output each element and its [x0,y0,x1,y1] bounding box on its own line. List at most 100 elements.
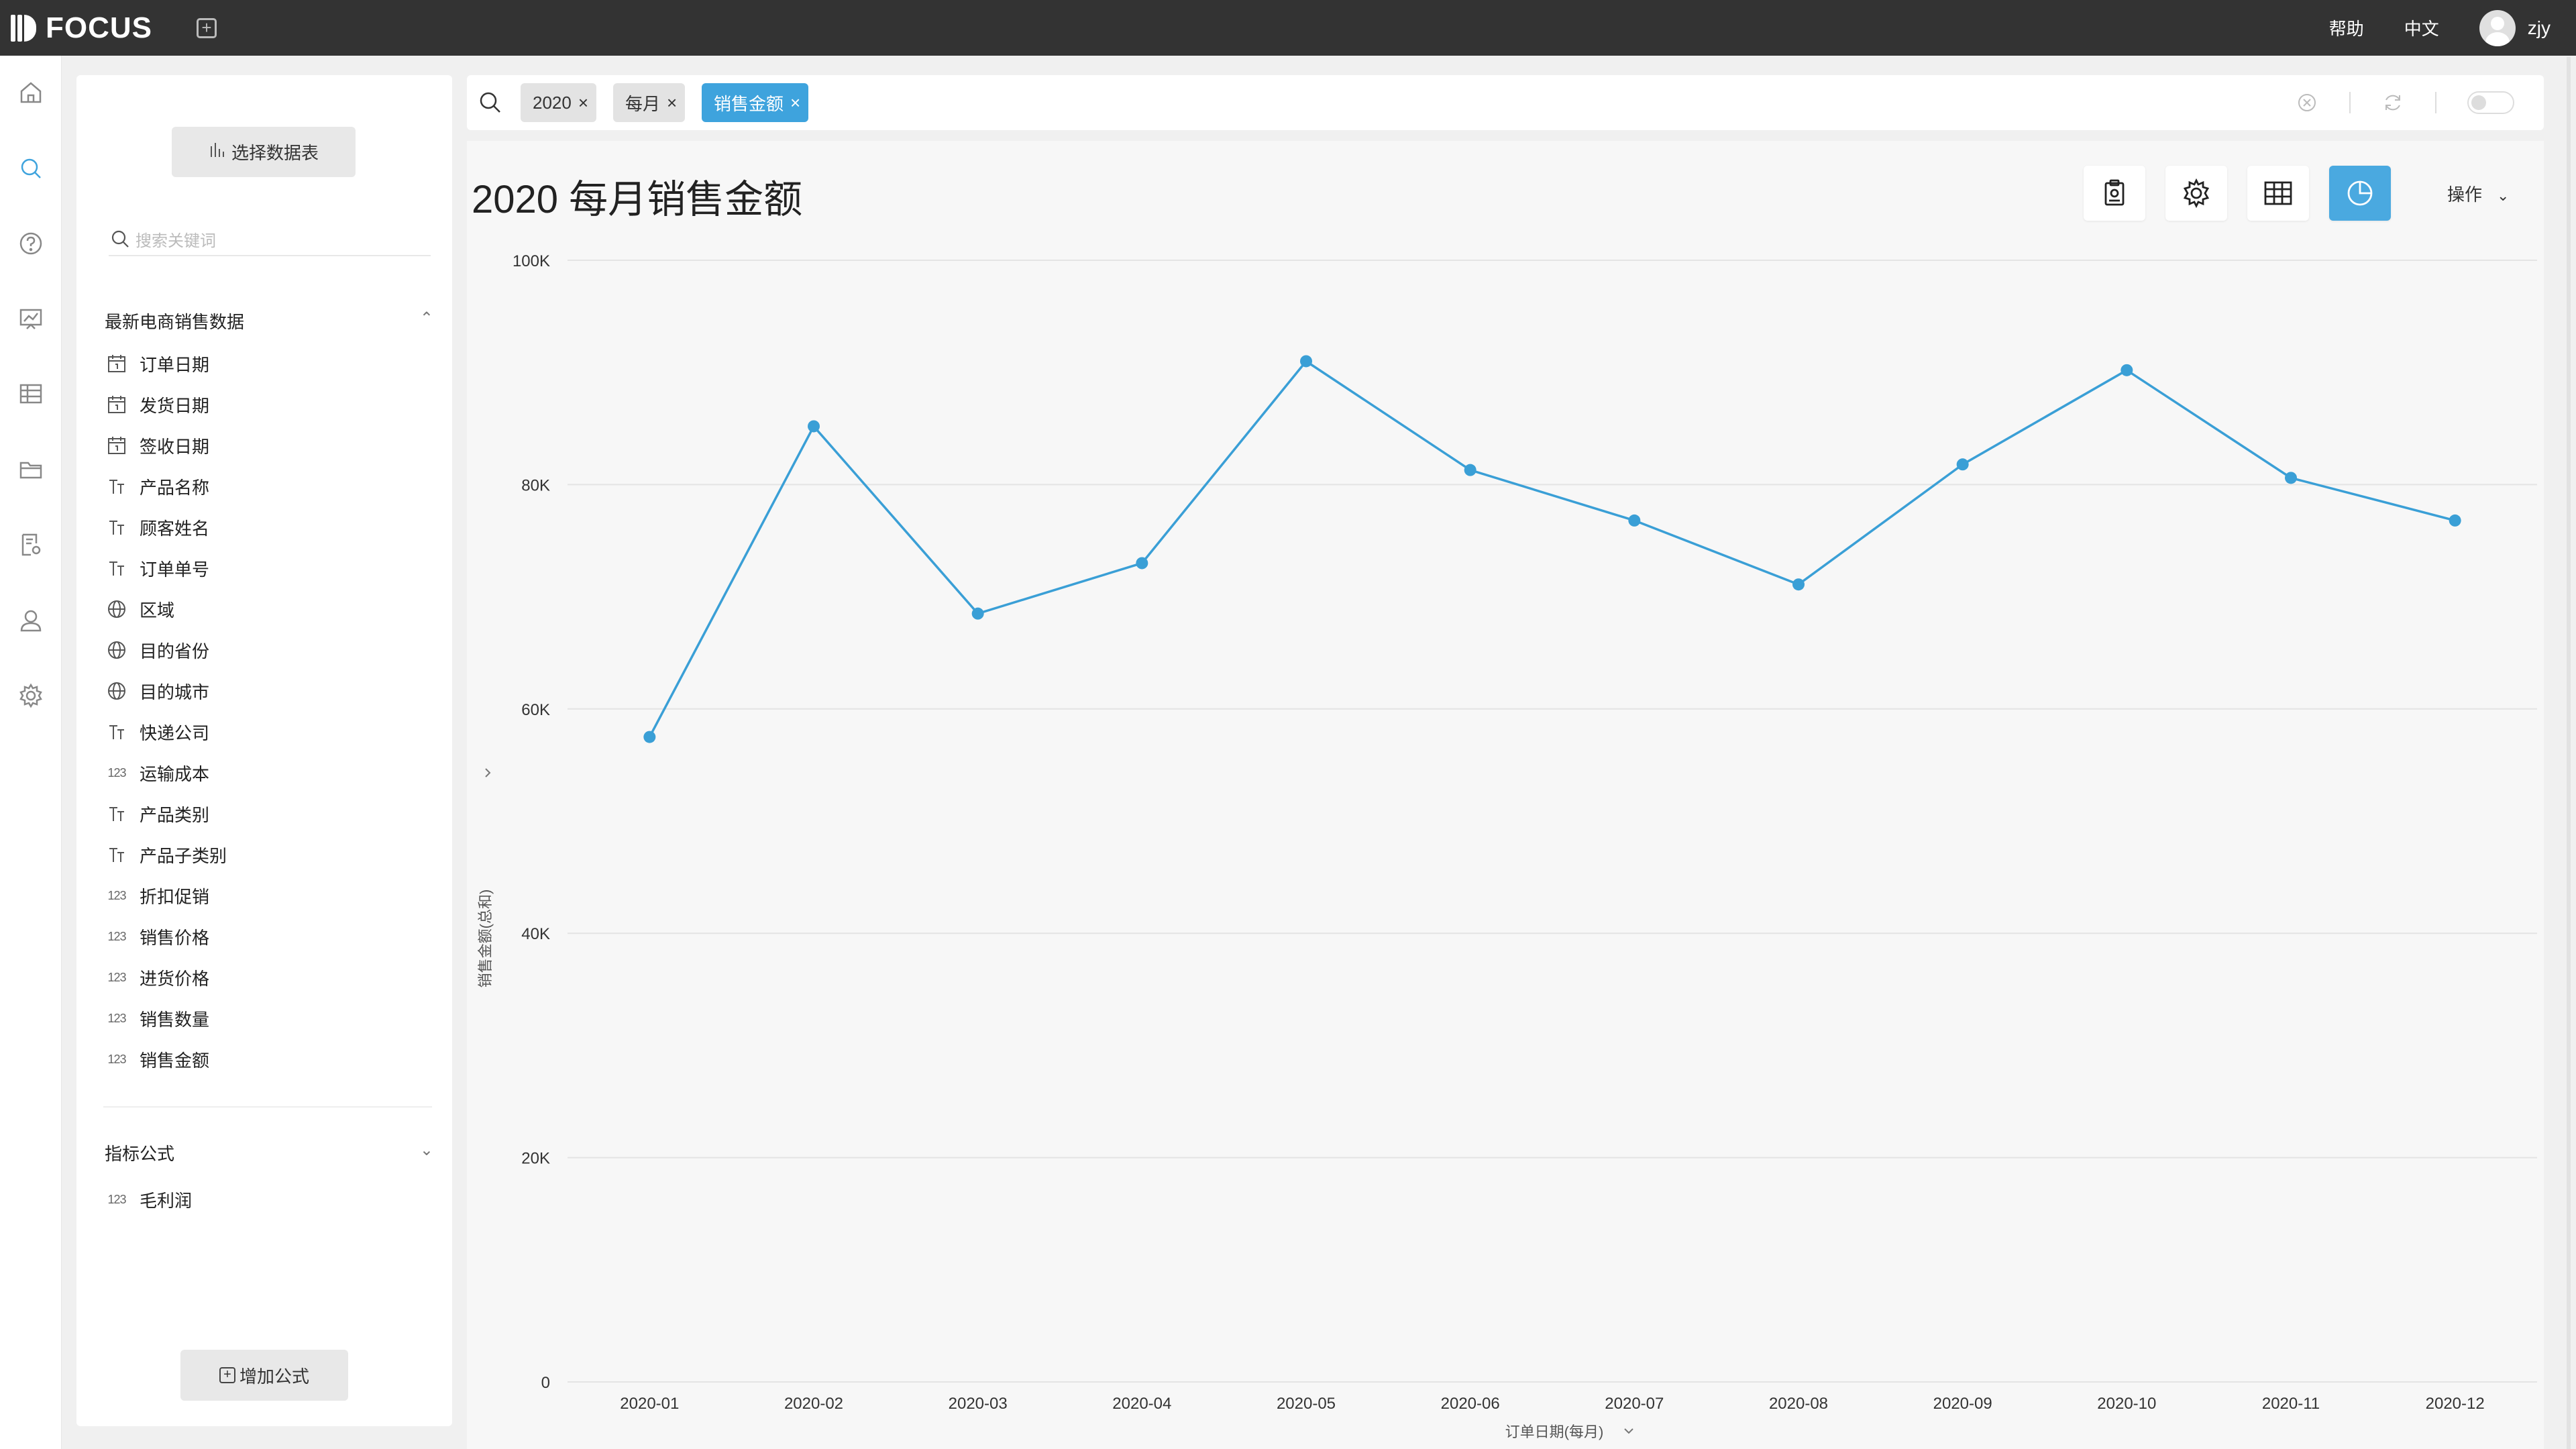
x-tick-label: 2020-07 [1605,1395,1664,1413]
text-type-icon [103,473,130,500]
x-tick-label: 2020-04 [1112,1395,1171,1413]
field-item[interactable]: 目的城市 [103,678,209,704]
select-table-label: 选择数据表 [231,143,319,163]
field-label: 订单单号 [140,559,210,580]
pie-chart-icon [2347,180,2373,206]
clear-icon[interactable] [2296,91,2318,114]
field-item[interactable]: 发货日期 [103,391,209,418]
group-title-label: 指标公式 [105,1144,175,1164]
field-label: 区域 [140,600,175,621]
field-item[interactable]: 区域 [103,596,174,623]
top-bar: FOCUS + 帮助 中文 zjy [0,0,2576,56]
clipboard-icon [2104,179,2125,206]
report-settings-icon[interactable] [16,530,46,559]
add-icon: + [219,1367,235,1383]
search-chip-monthly[interactable]: 每月 × [613,83,686,122]
field-item[interactable]: 123 毛利润 [103,1186,192,1213]
field-label: 订单日期 [140,354,210,375]
add-formula-label: 增加公式 [239,1366,309,1387]
select-table-button[interactable]: 选择数据表 [172,127,356,177]
help-icon[interactable] [16,229,46,258]
field-item[interactable]: 订单日期 [103,350,209,377]
clipboard-button[interactable] [2084,166,2145,221]
field-item[interactable]: 快递公司 [103,718,209,745]
text-type-icon [103,718,130,745]
chevron-right-icon [485,768,491,777]
chip-label: 每月 [625,93,661,114]
x-axis-label: 订单日期(每月) [1505,1424,1604,1440]
add-tab-button[interactable]: + [197,18,217,38]
chart-settings-button[interactable] [2165,166,2227,221]
field-label: 销售价格 [140,927,210,948]
field-item[interactable]: 目的省份 [103,637,209,663]
field-label: 销售金额 [140,1050,210,1071]
data-point [971,607,984,620]
field-label: 运输成本 [140,763,210,784]
actions-dropdown[interactable]: 操作 ⌄ [2447,181,2509,206]
field-item[interactable]: 产品子类别 [103,841,227,868]
y-tick-label: 80K [521,476,550,494]
chart-view-button[interactable] [2329,166,2391,221]
y-tick-label: 60K [521,701,550,719]
field-item[interactable]: 123 销售价格 [103,923,209,950]
field-label: 发货日期 [140,395,210,416]
text-type-icon [103,555,130,582]
series-line [648,360,2456,738]
refresh-icon[interactable] [2381,91,2404,114]
avatar[interactable] [2479,9,2516,46]
field-item[interactable]: 123 销售金额 [103,1046,209,1073]
field-item[interactable]: 顾客姓名 [103,514,209,541]
field-label: 顾客姓名 [140,518,210,539]
close-icon[interactable]: × [790,93,800,113]
field-item[interactable]: 123 销售数量 [103,1005,209,1032]
field-item[interactable]: 产品类别 [103,800,209,827]
username[interactable]: zjy [2528,17,2551,39]
chevron-up-icon[interactable]: ⌃ [420,309,433,328]
table-icon[interactable] [16,379,46,409]
field-item[interactable]: 订单单号 [103,555,209,582]
x-tick-label: 2020-05 [1277,1395,1336,1413]
table-view-button[interactable] [2247,166,2309,221]
field-item[interactable]: 123 运输成本 [103,759,209,786]
line-chart: 0 20K 40K 60K 80K 100K 2020-01 2020-02 2020-03 20… [467,235,2576,1449]
focus-logo[interactable]: FOCUS [9,0,152,56]
search-chip-sales-amount[interactable]: 销售金额 × [702,83,809,122]
x-tick-label: 2020-10 [2097,1395,2156,1413]
user-icon[interactable] [16,606,46,635]
number-type-icon: 123 [107,1192,126,1206]
field-label: 目的省份 [140,641,210,661]
scrollbar[interactable] [2567,57,2571,1449]
language-switch[interactable]: 中文 [2404,15,2439,40]
search-icon[interactable] [16,154,46,183]
dashboard-icon[interactable] [16,304,46,333]
divider [2435,92,2436,113]
group-title-sales-data[interactable]: 最新电商销售数据 ⌃ [105,309,433,333]
logo-icon [9,13,39,43]
add-formula-button[interactable]: + 增加公式 [180,1350,348,1401]
table-icon [2264,181,2292,205]
close-icon[interactable]: × [667,93,677,113]
home-icon[interactable] [16,78,46,107]
field-panel: 选择数据表 搜索关键词 最新电商销售数据 ⌃ 订单日期发货日期签收日期产品名称顾… [76,75,452,1426]
mode-toggle[interactable] [2467,91,2514,114]
close-icon[interactable]: × [578,93,588,113]
x-tick-label: 2020-02 [784,1395,843,1413]
field-item[interactable]: 产品名称 [103,473,209,500]
data-point [1464,464,1477,476]
number-type-icon: 123 [107,1052,126,1066]
folder-icon[interactable] [16,455,46,484]
field-item[interactable]: 签收日期 [103,432,209,459]
gear-icon [2183,178,2210,209]
field-item[interactable]: 123 折扣促销 [103,882,209,909]
number-type-icon: 123 [107,888,126,902]
globe-icon [103,596,130,623]
field-item[interactable]: 123 进货价格 [103,964,209,991]
settings-icon[interactable] [16,681,46,710]
help-link[interactable]: 帮助 [2329,15,2364,40]
search-bar[interactable]: 2020 × 每月 × 销售金额 × [467,75,2544,130]
keyword-search-input[interactable]: 搜索关键词 [109,223,431,256]
chevron-down-icon[interactable]: ⌄ [420,1140,433,1160]
group-title-formulas[interactable]: 指标公式 ⌄ [105,1140,433,1165]
actions-label: 操作 [2447,184,2483,205]
search-chip-year[interactable]: 2020 × [521,83,597,122]
